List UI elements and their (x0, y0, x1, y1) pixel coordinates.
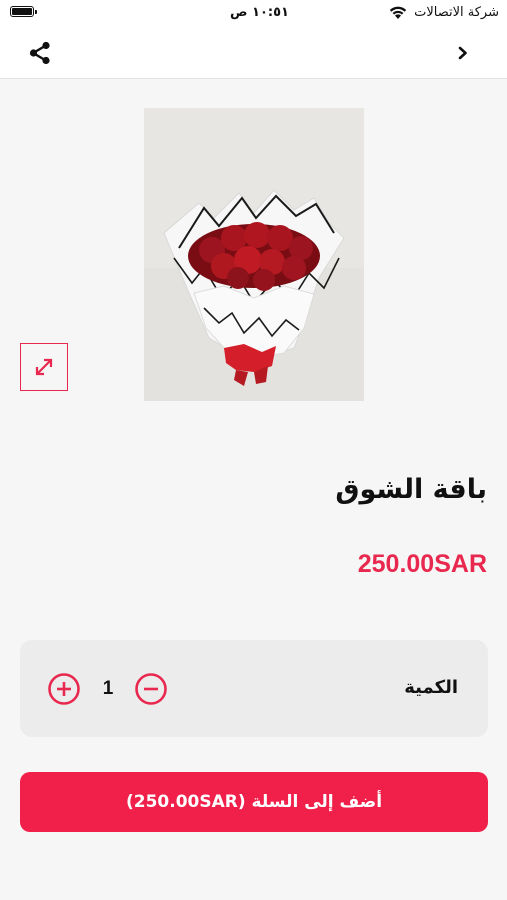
carrier-name: شركة الاتصالات (414, 5, 499, 20)
status-time: ١٠:٥١ ص (230, 5, 289, 20)
status-bar: ١٠:٥١ ص شركة الاتصالات (0, 0, 507, 28)
minus-circle-icon (135, 673, 167, 705)
decrease-quantity-button[interactable] (134, 672, 168, 706)
add-to-cart-button[interactable]: أضف إلى السلة (250.00SAR) (20, 772, 488, 832)
back-button[interactable] (453, 41, 473, 65)
nav-bar (0, 28, 507, 79)
wifi-icon (389, 6, 407, 19)
expand-icon (35, 358, 53, 376)
share-button[interactable] (26, 39, 54, 67)
quantity-value: 1 (102, 678, 114, 699)
quantity-selector: الكمية 1 (20, 640, 488, 737)
chevron-right-icon (458, 46, 467, 60)
increase-quantity-button[interactable] (47, 672, 81, 706)
product-title: باقة الشوق (335, 474, 487, 505)
battery-icon (10, 6, 37, 17)
product-image[interactable] (144, 108, 364, 401)
bouquet-image (144, 108, 364, 401)
share-icon (29, 41, 50, 65)
product-price: 250.00SAR (357, 550, 487, 578)
plus-circle-icon (48, 673, 80, 705)
expand-button[interactable] (20, 343, 68, 391)
quantity-label: الكمية (404, 677, 458, 698)
